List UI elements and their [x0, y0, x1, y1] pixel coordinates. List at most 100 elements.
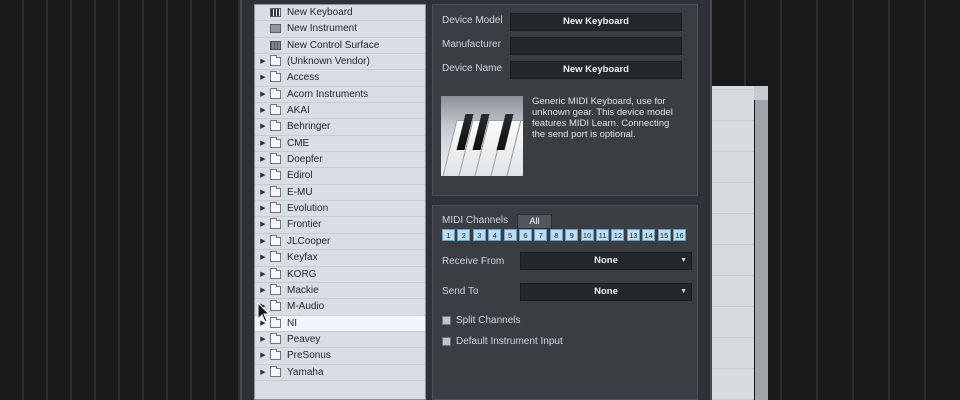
- expand-arrow-icon[interactable]: ▶: [259, 168, 267, 183]
- device-info-section: Device Model New Keyboard Manufacturer D…: [432, 4, 698, 196]
- daw-scrollbar[interactable]: [755, 100, 768, 400]
- send-to-label: Send To: [442, 286, 479, 297]
- expand-arrow-icon[interactable]: ▶: [259, 250, 267, 265]
- expand-arrow-icon[interactable]: ▶: [259, 103, 267, 118]
- device-list[interactable]: New Keyboard New Instrument New Control Su…: [254, 4, 426, 400]
- midi-channel-button[interactable]: 9: [565, 229, 579, 241]
- list-item-label: AKAI: [287, 105, 310, 117]
- keyboard-thumbnail: [441, 96, 523, 176]
- list-item[interactable]: ▶ M-Audio: [255, 299, 425, 316]
- list-item-label: KORG: [287, 268, 317, 280]
- midi-channel-button[interactable]: 6: [519, 229, 532, 241]
- split-channels-label: Split Channels: [456, 315, 521, 326]
- midi-channel-button[interactable]: 5: [503, 229, 517, 241]
- list-item-label: Yamaha: [287, 366, 324, 378]
- device-name-field[interactable]: New Keyboard: [510, 61, 682, 79]
- midi-channel-button[interactable]: 8: [549, 229, 563, 241]
- expand-arrow-icon[interactable]: ▶: [259, 136, 267, 151]
- list-item[interactable]: ▶ (Unknown Vendor): [255, 54, 425, 71]
- folder-icon: [270, 218, 281, 230]
- midi-channel-button[interactable]: 12: [611, 229, 625, 241]
- list-item[interactable]: New Keyboard: [255, 5, 425, 22]
- list-item[interactable]: ▶ CME: [255, 136, 425, 153]
- midi-channel-button[interactable]: 11: [596, 229, 609, 241]
- expand-arrow-icon[interactable]: ▶: [259, 87, 267, 102]
- send-to-dropdown[interactable]: None ▼: [520, 283, 692, 301]
- daw-background-left: [0, 0, 240, 400]
- folder-icon: [270, 55, 281, 67]
- list-item[interactable]: ▶ Acorn Instruments: [255, 87, 425, 104]
- receive-from-dropdown[interactable]: None ▼: [520, 252, 692, 270]
- list-item[interactable]: ▶ E-MU: [255, 185, 425, 202]
- mouse-cursor-icon: [257, 302, 271, 323]
- list-item-label: Edirol: [287, 170, 313, 182]
- external-device-dialog: New Keyboard New Instrument New Control Su…: [240, 0, 712, 400]
- checkbox-icon[interactable]: [442, 316, 451, 325]
- expand-arrow-icon[interactable]: ▶: [259, 185, 267, 200]
- list-item-label: JLCooper: [287, 235, 331, 247]
- expand-arrow-icon[interactable]: ▶: [259, 348, 267, 363]
- midi-channel-button[interactable]: 4: [488, 229, 502, 241]
- keyboard-icon: [270, 8, 281, 17]
- expand-arrow-icon[interactable]: ▶: [259, 283, 267, 298]
- expand-arrow-icon[interactable]: ▶: [259, 267, 267, 282]
- list-item[interactable]: ▶ Frontier: [255, 217, 425, 234]
- expand-arrow-icon[interactable]: ▶: [259, 54, 267, 69]
- folder-icon: [270, 202, 281, 214]
- list-item[interactable]: New Instrument: [255, 21, 425, 38]
- list-item[interactable]: ▶ JLCooper: [255, 234, 425, 251]
- expand-arrow-icon[interactable]: ▶: [259, 201, 267, 216]
- list-item[interactable]: ▶ Evolution: [255, 201, 425, 218]
- folder-icon: [270, 300, 281, 312]
- expand-arrow-icon[interactable]: ▶: [259, 70, 267, 85]
- expand-arrow-icon[interactable]: ▶: [259, 234, 267, 249]
- list-item[interactable]: ▶ Keyfax: [255, 250, 425, 267]
- list-item[interactable]: ▶ Peavey: [255, 332, 425, 349]
- default-instrument-input-label: Default Instrument Input: [456, 336, 563, 347]
- list-item[interactable]: ▶ Mackie: [255, 283, 425, 300]
- list-item[interactable]: ▶ KORG: [255, 267, 425, 283]
- manufacturer-field[interactable]: [510, 37, 682, 55]
- folder-icon: [270, 136, 281, 148]
- expand-arrow-icon[interactable]: ▶: [259, 152, 267, 167]
- list-item-label: Acorn Instruments: [287, 88, 369, 100]
- list-item[interactable]: ▶ Behringer: [255, 119, 425, 136]
- list-item-label: Mackie: [287, 284, 319, 296]
- list-item[interactable]: ▶ AKAI: [255, 103, 425, 120]
- device-description: Generic MIDI Keyboard, use for unknown g…: [532, 96, 673, 140]
- expand-arrow-icon[interactable]: ▶: [259, 365, 267, 380]
- midi-channel-button[interactable]: 15: [657, 229, 671, 241]
- all-channels-button[interactable]: All: [517, 214, 552, 229]
- midi-channel-button[interactable]: 1: [442, 229, 455, 241]
- device-model-field[interactable]: New Keyboard: [510, 13, 682, 31]
- midi-channel-button[interactable]: 10: [580, 229, 594, 241]
- folder-icon: [270, 185, 281, 197]
- list-item[interactable]: ▶ Edirol: [255, 168, 425, 185]
- midi-channel-button[interactable]: 7: [534, 229, 548, 241]
- device-model-label: Device Model: [442, 15, 503, 26]
- folder-icon: [270, 234, 281, 246]
- midi-channel-button[interactable]: 14: [642, 229, 656, 241]
- list-item-label: M-Audio: [287, 301, 325, 313]
- midi-channel-button[interactable]: 2: [457, 229, 471, 241]
- list-item[interactable]: ▶ NI: [255, 315, 425, 332]
- list-item-label: New Keyboard: [287, 7, 353, 18]
- list-item-label: Evolution: [287, 203, 329, 215]
- expand-arrow-icon[interactable]: ▶: [259, 332, 267, 347]
- list-item-label: Keyfax: [287, 252, 318, 264]
- instrument-icon: [270, 24, 281, 34]
- list-item[interactable]: ▶ PreSonus: [255, 348, 425, 365]
- folder-icon: [270, 283, 281, 295]
- midi-channel-button[interactable]: 13: [626, 229, 640, 241]
- list-item-label: Doepfer: [287, 154, 323, 166]
- midi-channel-button[interactable]: 16: [673, 229, 686, 241]
- list-item[interactable]: New Control Surface: [255, 38, 425, 55]
- list-item[interactable]: ▶ Doepfer: [255, 152, 425, 169]
- checkbox-icon[interactable]: [442, 337, 451, 346]
- midi-channel-button[interactable]: 3: [472, 229, 486, 241]
- list-item[interactable]: ▶ Access: [255, 70, 425, 87]
- list-item[interactable]: ▶ Yamaha: [255, 365, 425, 381]
- receive-from-label: Receive From: [442, 256, 505, 267]
- expand-arrow-icon[interactable]: ▶: [259, 217, 267, 232]
- expand-arrow-icon[interactable]: ▶: [259, 119, 267, 134]
